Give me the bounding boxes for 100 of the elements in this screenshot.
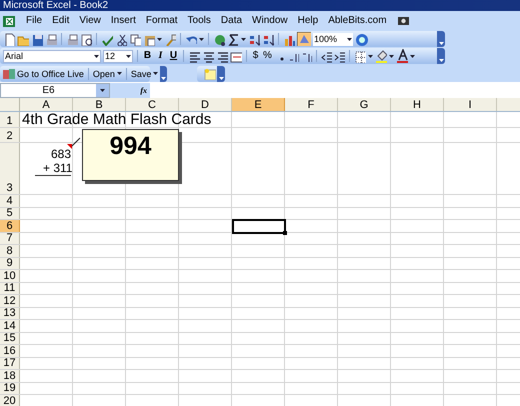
row-header[interactable]: 17	[0, 358, 20, 369]
dropdown-arrow-icon[interactable]	[100, 89, 105, 92]
column-header[interactable]: I	[444, 98, 497, 111]
sort-descending-icon[interactable]	[262, 32, 274, 46]
dropdown-arrow-icon[interactable]	[389, 54, 394, 58]
help-icon[interactable]	[355, 32, 368, 46]
column-header[interactable]: F	[285, 98, 338, 111]
row-header[interactable]: 16	[0, 345, 20, 357]
go-to-office-live-button[interactable]: Go to Office Live	[2, 67, 84, 80]
name-box-value: E6	[41, 84, 56, 96]
font-name-field[interactable]: Arial	[3, 50, 101, 62]
cell-text: 4th Grade Math Flash Cards	[22, 112, 212, 128]
column-header[interactable]: G	[338, 98, 391, 111]
toolbar-options-button[interactable]	[217, 66, 225, 82]
font-color-icon[interactable]	[396, 49, 408, 63]
currency-button[interactable]: $	[251, 50, 260, 62]
menu-item[interactable]: Window	[252, 14, 288, 26]
menu-item[interactable]: Help	[298, 14, 318, 26]
column-header[interactable]: D	[179, 98, 232, 111]
printer-icon[interactable]	[66, 32, 78, 46]
row-header[interactable]: 8	[0, 245, 20, 257]
align-left-icon[interactable]	[188, 50, 200, 62]
column-header[interactable]: C	[126, 98, 179, 111]
menu-item[interactable]: Edit	[52, 14, 70, 26]
copy-icon[interactable]	[129, 32, 141, 46]
save-button[interactable]: Save	[130, 68, 158, 80]
row-header[interactable]: 20	[0, 395, 20, 406]
toolbar-options-button[interactable]	[437, 31, 445, 47]
merge-center-icon[interactable]	[230, 50, 242, 62]
menu-item[interactable]: AbleBits.com	[328, 14, 387, 26]
dropdown-arrow-icon[interactable]	[126, 54, 131, 58]
open-button[interactable]: Open	[92, 68, 122, 80]
active-cell[interactable]	[232, 219, 286, 234]
menu-item[interactable]: Format	[146, 14, 178, 26]
menu-item[interactable]: File	[26, 14, 42, 26]
percent-button[interactable]: %	[262, 50, 273, 62]
row-header[interactable]: 9	[0, 258, 20, 269]
dropdown-arrow-icon[interactable]	[199, 38, 204, 40]
scissors-icon[interactable]	[115, 32, 127, 46]
toolbar-options-button[interactable]	[160, 66, 168, 82]
brush-icon[interactable]	[164, 32, 176, 46]
dropdown-arrow-icon[interactable]	[157, 38, 162, 40]
align-right-icon[interactable]	[216, 50, 228, 62]
cell-text: + 311	[35, 161, 71, 176]
menu-item[interactable]: View	[79, 14, 101, 26]
column-header[interactable]: E	[232, 98, 285, 111]
menu-item[interactable]: Insert	[110, 14, 136, 26]
globe-icon[interactable]	[213, 32, 225, 46]
printer-icon[interactable]	[45, 32, 57, 46]
leader-line	[71, 137, 81, 147]
zoom-field[interactable]: 100%	[313, 32, 353, 46]
row-header[interactable]: 19	[0, 383, 20, 394]
row-header[interactable]: 10	[0, 270, 20, 282]
borders-icon[interactable]	[354, 50, 366, 62]
row-header[interactable]: 14	[0, 320, 20, 332]
row-header[interactable]: 2	[0, 128, 20, 142]
fill-bucket-icon[interactable]	[375, 49, 387, 63]
magnifier-icon[interactable]	[80, 32, 92, 46]
cell-text: 683	[50, 147, 71, 161]
sort-ascending-icon[interactable]	[248, 32, 260, 46]
people-icon	[2, 67, 15, 80]
row-header[interactable]: 1	[0, 112, 20, 127]
excel-icon[interactable]	[2, 14, 16, 28]
row-header[interactable]: 6	[0, 220, 20, 232]
column-header[interactable]: B	[73, 98, 126, 111]
row-header[interactable]: 3	[0, 143, 20, 194]
dropdown-arrow-icon[interactable]	[94, 54, 99, 58]
row-header[interactable]: 7	[0, 233, 20, 244]
row-header[interactable]: 15	[0, 333, 20, 344]
decrease-indent-icon[interactable]	[321, 50, 332, 62]
fill-handle[interactable]	[283, 231, 287, 235]
row-header[interactable]: 18	[0, 370, 20, 382]
document-icon[interactable]	[3, 32, 15, 46]
sigma-icon[interactable]	[227, 32, 239, 46]
dropdown-arrow-icon[interactable]	[241, 38, 246, 40]
insert-function-button[interactable]: fx	[140, 86, 147, 96]
toolbar-options-button[interactable]	[437, 48, 445, 64]
shapes-icon[interactable]	[297, 32, 311, 46]
row-header[interactable]: 11	[0, 283, 20, 294]
italic-button[interactable]: I	[155, 50, 166, 62]
name-box[interactable]: E6	[0, 83, 110, 98]
row-header[interactable]: 13	[0, 308, 20, 319]
menu-item[interactable]: Tools	[188, 14, 211, 26]
row-header[interactable]: 12	[0, 295, 20, 307]
dropdown-arrow-icon[interactable]	[347, 38, 352, 40]
camera-icon[interactable]	[396, 14, 410, 27]
align-center-icon[interactable]	[202, 50, 214, 62]
increase-indent-icon[interactable]	[334, 50, 345, 62]
dropdown-arrow-icon[interactable]	[368, 54, 373, 58]
dropdown-arrow-icon[interactable]	[410, 54, 415, 58]
row-header[interactable]: 5	[0, 208, 20, 219]
dropdown-arrow-icon[interactable]	[116, 72, 122, 75]
column-header[interactable]: A	[20, 98, 73, 111]
bold-button[interactable]: B	[142, 50, 153, 62]
dropdown-arrow-icon[interactable]	[153, 72, 158, 75]
menu-item[interactable]: Data	[220, 14, 242, 26]
font-size-field[interactable]: 12	[103, 50, 133, 62]
row-header[interactable]: 4	[0, 195, 20, 207]
underline-button[interactable]: U	[168, 50, 179, 62]
column-header[interactable]: H	[391, 98, 444, 111]
